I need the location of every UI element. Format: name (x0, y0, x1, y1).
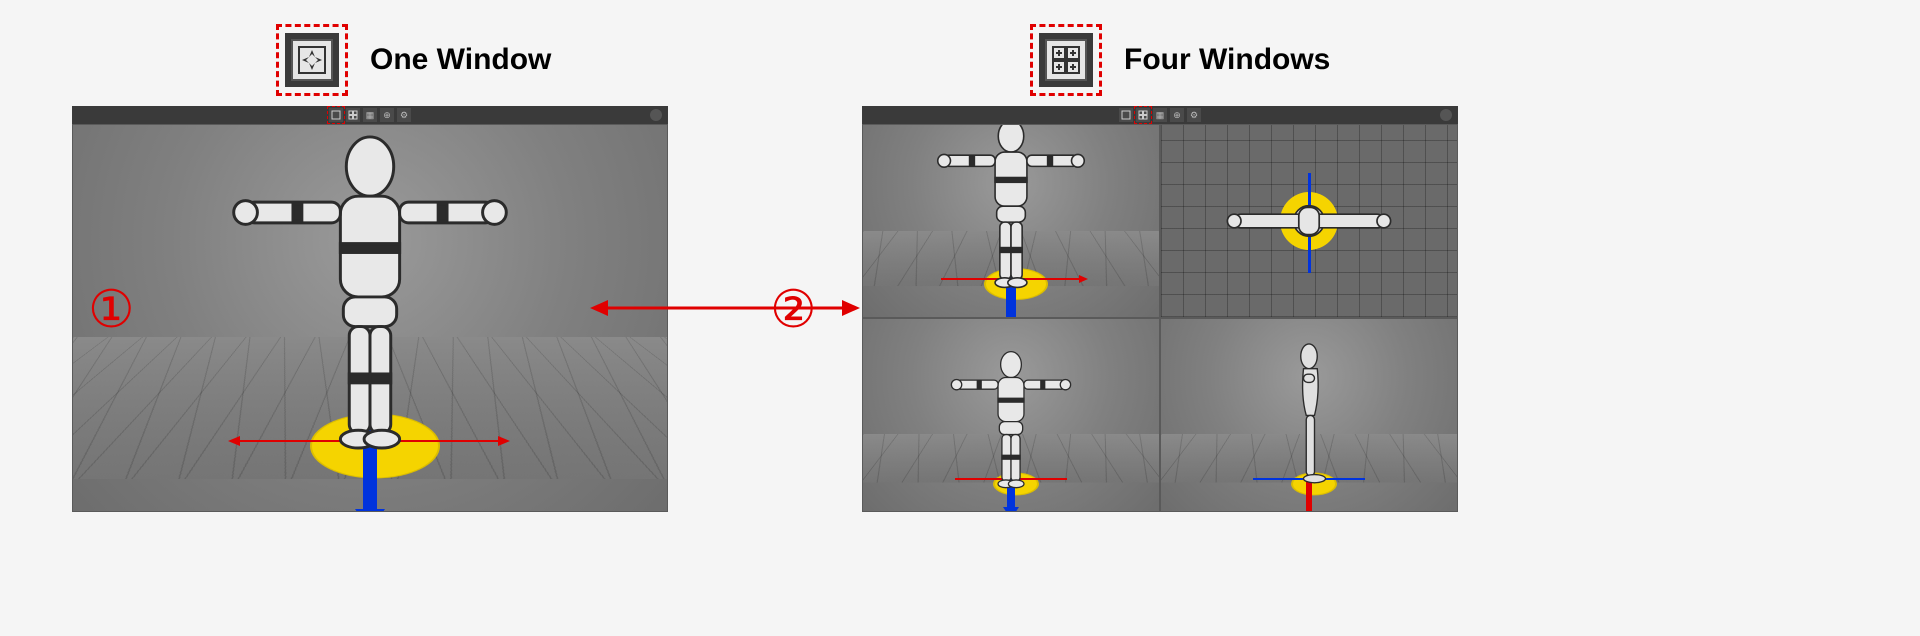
toolbar-toggle-grid[interactable]: ▦ (1153, 108, 1167, 122)
viewport-toolbar: ▦ ⊕ ⚙ (329, 106, 411, 124)
four-windows-icon-highlight (1030, 24, 1102, 96)
viewport-toolbar: ▦ ⊕ ⚙ (1119, 106, 1201, 124)
toolbar-layout-one-window[interactable] (329, 108, 343, 122)
gizmo-axis-z-arrow (1003, 507, 1019, 512)
four-windows-label: Four Windows (1124, 43, 1330, 77)
callout-four-windows: Four Windows (1030, 24, 1330, 96)
toolbar-zoom-extents[interactable]: ⊕ (380, 108, 394, 122)
mannequin[interactable] (1224, 187, 1394, 255)
marker-one: ① (88, 280, 135, 340)
quad-viewport-glyph (1051, 45, 1081, 75)
toolbar-zoom-extents[interactable]: ⊕ (1170, 108, 1184, 122)
single-viewport-glyph (297, 45, 327, 75)
one-window-icon-highlight (276, 24, 348, 96)
mannequin[interactable] (220, 131, 520, 451)
toolbar-layout-four-windows[interactable] (346, 108, 360, 122)
toolbar-settings[interactable]: ⚙ (1187, 108, 1201, 122)
one-window-label: One Window (370, 43, 551, 77)
toolbar-layout-four-windows[interactable] (1136, 108, 1150, 122)
panel-four-windows: ▦ ⊕ ⚙ (862, 106, 1458, 512)
mannequin[interactable] (931, 124, 1091, 289)
view-front[interactable] (862, 318, 1160, 512)
view-perspective[interactable] (72, 124, 668, 512)
panel-close-icon[interactable] (650, 109, 662, 121)
toggle-double-arrow-icon (590, 296, 860, 320)
panel-close-icon[interactable] (1440, 109, 1452, 121)
four-windows-icon[interactable] (1039, 33, 1093, 87)
mannequin[interactable] (946, 349, 1076, 489)
mannequin[interactable] (1282, 339, 1337, 489)
toolbar-settings[interactable]: ⚙ (397, 108, 411, 122)
panel-one-window: ▦ ⊕ ⚙ (72, 106, 668, 512)
gizmo-axis-z-arrow (355, 509, 385, 512)
one-window-icon[interactable] (285, 33, 339, 87)
toolbar-toggle-grid[interactable]: ▦ (363, 108, 377, 122)
viewport-area-quad (862, 124, 1458, 512)
toolbar-layout-one-window[interactable] (1119, 108, 1133, 122)
view-top[interactable] (1160, 124, 1458, 318)
view-perspective[interactable] (862, 124, 1160, 318)
callout-one-window: One Window (276, 24, 551, 96)
view-side[interactable] (1160, 318, 1458, 512)
viewport-area-single[interactable] (72, 124, 668, 512)
